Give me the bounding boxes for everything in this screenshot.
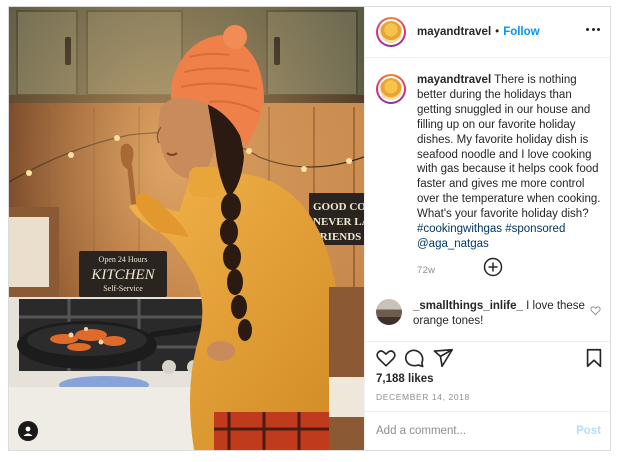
caption-timestamp[interactable]: 72w [417,264,602,279]
caption-text: There is nothing better during the holid… [417,74,601,221]
sign-good-line2: NEVER LAC [313,216,364,228]
instagram-post: GOOD COOK NEVER LAC FRIENDS Open 24 Hour… [8,6,611,451]
share-icon[interactable] [432,347,454,369]
author-avatar[interactable] [376,17,406,47]
comment-item: _smallthings_inlife_ I love these orange… [376,299,606,328]
heart-icon[interactable] [375,347,397,369]
post-comment-button[interactable]: Post [576,425,601,437]
likes-count[interactable]: 7,188 likes [376,373,434,385]
post-photo[interactable]: GOOD COOK NEVER LAC FRIENDS Open 24 Hour… [9,7,364,450]
follow-button[interactable]: Follow [503,26,539,38]
caption-username[interactable]: mayandtravel [417,74,491,86]
caption-block: mayandtravel There is nothing better dur… [417,73,602,279]
user-tag-icon [23,426,33,436]
hashtag-link[interactable]: #sponsored [505,223,565,235]
post-header: mayandtravel • Follow [365,7,610,58]
sign-kitchen-line1: Open 24 Hours [99,255,148,264]
header-separator: • [495,26,500,38]
add-comment-input[interactable] [376,425,569,437]
bookmark-icon[interactable] [583,347,605,369]
sign-good-line1: GOOD COOK [313,201,364,213]
user-tag-button[interactable] [18,421,38,441]
comment-like-heart-icon[interactable] [590,305,601,316]
comment-icon[interactable] [403,347,425,369]
caption-avatar[interactable] [376,74,406,104]
action-bar [375,347,605,371]
author-username[interactable]: mayandtravel [417,26,491,38]
post-side-panel: mayandtravel • Follow mayandtravel There… [364,7,610,450]
post-date[interactable]: DECEMBER 14, 2018 [376,392,470,402]
mention-link[interactable]: @aga_natgas [417,238,489,250]
sign-kitchen-line3: Self-Service [103,284,143,293]
commenter-username[interactable]: _smallthings_inlife_ [413,300,523,312]
comment-composer: Post [365,411,610,450]
load-more-icon[interactable] [483,257,503,277]
commenter-avatar[interactable] [376,299,402,325]
actions-divider [365,341,610,342]
comment-body: _smallthings_inlife_ I love these orange… [413,299,588,328]
post-caption: mayandtravel There is nothing better dur… [376,73,602,279]
hashtag-link[interactable]: #cookingwithgas [417,223,502,235]
more-options-icon[interactable] [586,26,600,32]
sign-kitchen-line2: KITCHEN [90,267,155,283]
